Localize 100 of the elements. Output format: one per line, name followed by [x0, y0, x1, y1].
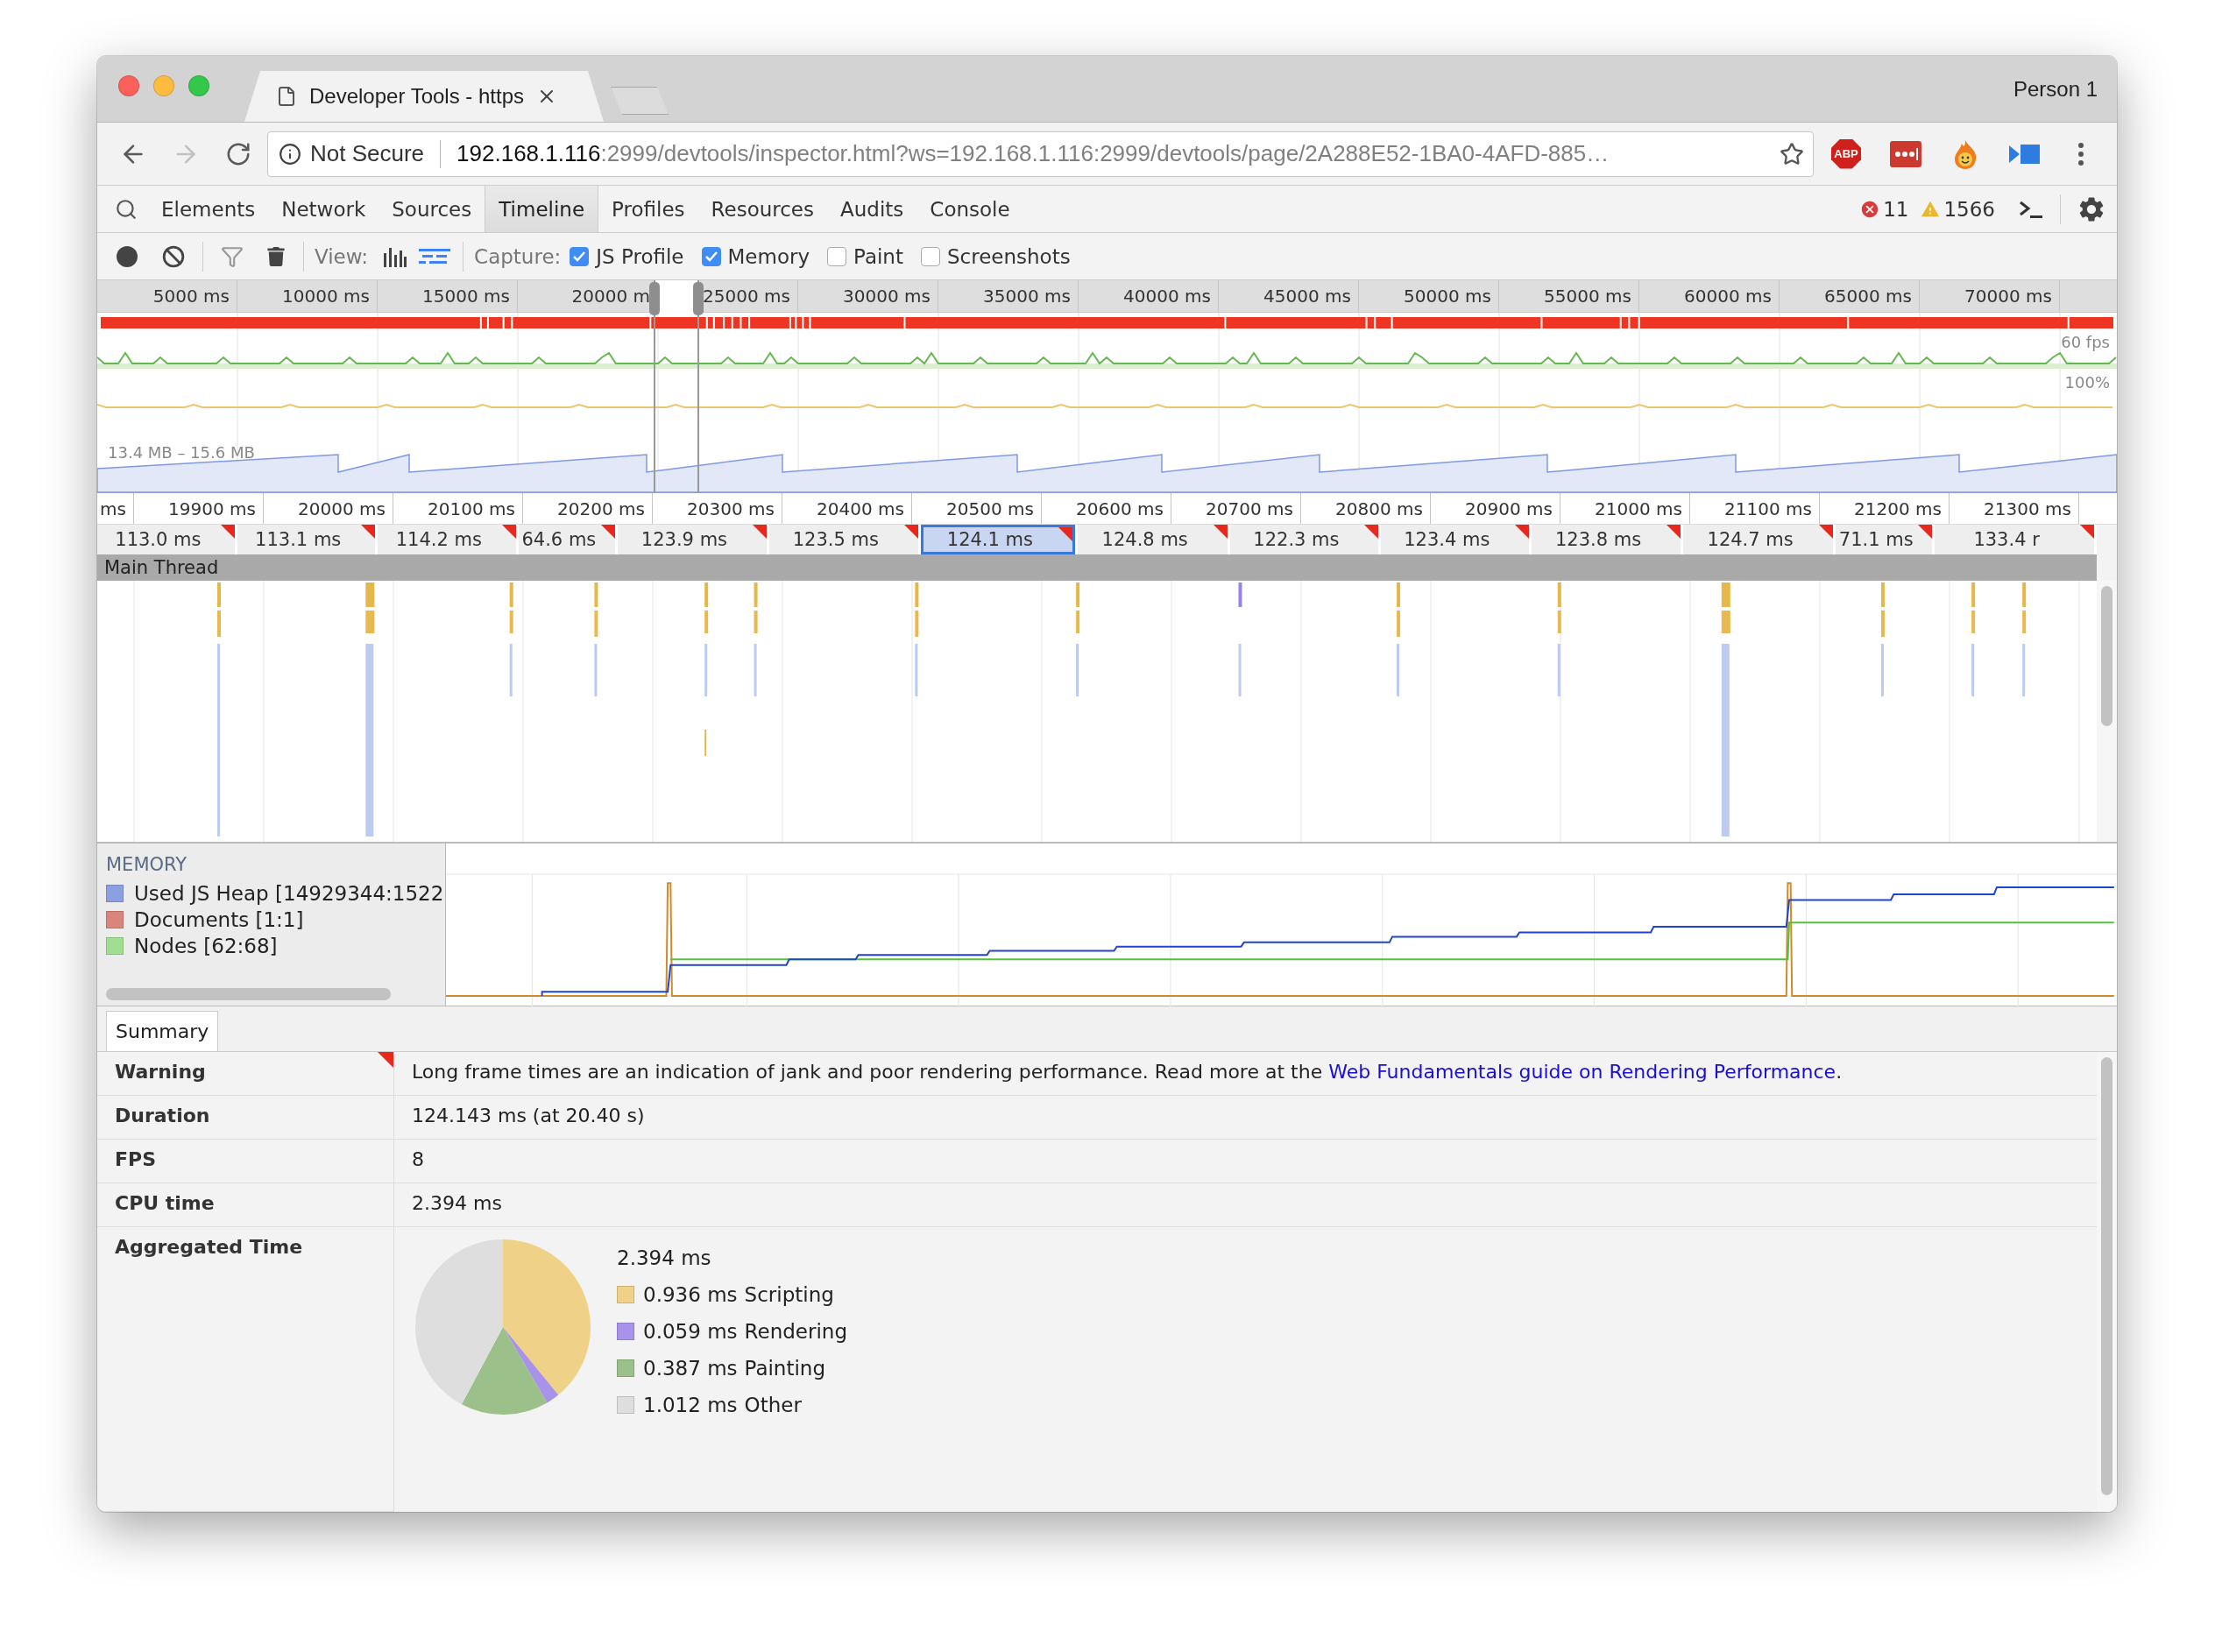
warning-counter[interactable]: 1566 — [1921, 186, 1995, 232]
event-bar[interactable] — [1397, 611, 1401, 637]
event-bar[interactable] — [754, 582, 758, 607]
time-tick-label: 20500 ms — [946, 498, 1034, 519]
event-bar[interactable] — [2022, 582, 2027, 607]
event-bar[interactable] — [365, 582, 375, 607]
panel-tab[interactable]: Console — [916, 186, 1023, 232]
cpu-scale-label: 100% — [2064, 373, 2110, 392]
event-bar[interactable] — [915, 611, 919, 637]
frame-bar[interactable]: 124.8 ms — [1078, 525, 1228, 554]
event-bar[interactable] — [217, 582, 221, 607]
event-bar[interactable] — [1557, 644, 1560, 696]
frame-bar[interactable]: 123.8 ms — [1532, 525, 1681, 554]
frame-bar[interactable]: 133.4 r — [1935, 525, 2094, 554]
event-bar[interactable] — [704, 644, 708, 696]
event-bar[interactable] — [217, 611, 221, 637]
event-bar[interactable] — [1076, 611, 1080, 633]
panel-tab[interactable]: Audits — [827, 186, 917, 232]
event-bar[interactable] — [1238, 644, 1242, 696]
frame-bar[interactable]: 113.0 ms — [97, 525, 235, 554]
event-bar[interactable] — [509, 582, 513, 607]
zoom-window-button[interactable] — [188, 74, 209, 96]
event-bar[interactable] — [2022, 644, 2026, 696]
counter-label: Nodes [62:68] — [134, 935, 278, 957]
event-bar[interactable] — [754, 644, 757, 696]
close-window-button[interactable] — [118, 74, 139, 96]
panel-tab[interactable]: Sources — [379, 186, 485, 232]
event-bar[interactable] — [1721, 644, 1730, 837]
counter-swatch[interactable] — [106, 937, 124, 955]
scrollbar-thumb[interactable] — [106, 988, 391, 1000]
scrollbar-thumb[interactable] — [2101, 586, 2112, 726]
range-start-handle[interactable] — [649, 282, 660, 315]
minimize-window-button[interactable] — [153, 74, 174, 96]
bookmark-star-icon[interactable] — [1780, 141, 1804, 166]
event-bar[interactable] — [1721, 611, 1730, 633]
frame-bar[interactable]: 114.2 ms — [377, 525, 516, 554]
event-bar[interactable] — [594, 611, 598, 637]
event-bar[interactable] — [365, 611, 375, 633]
event-bar[interactable] — [1880, 582, 1885, 607]
property-label: FPS — [115, 1148, 156, 1170]
event-bar[interactable] — [1880, 611, 1885, 637]
memory-range-label: 13.4 MB – 15.6 MB — [108, 443, 255, 462]
record-button[interactable] — [117, 245, 138, 267]
event-bar[interactable] — [704, 611, 709, 633]
event-bar[interactable] — [2022, 611, 2027, 633]
event-bar[interactable] — [915, 644, 918, 696]
selected-range-window[interactable] — [654, 280, 699, 493]
frame-bar[interactable]: 64.6 ms — [518, 525, 615, 554]
event-bar[interactable] — [704, 730, 707, 756]
frame-bar[interactable]: 123.9 ms — [617, 525, 768, 554]
counter-swatch[interactable] — [106, 885, 124, 902]
capture-checkbox[interactable]: Screenshots — [920, 244, 1071, 268]
event-bar[interactable] — [1971, 644, 1975, 696]
event-bar[interactable] — [1076, 582, 1080, 607]
event-bar[interactable] — [754, 611, 758, 633]
error-counter[interactable]: 11 — [1860, 186, 1909, 232]
browser-tab[interactable]: Developer Tools - https — [244, 71, 604, 122]
event-bar[interactable] — [217, 644, 220, 837]
capture-checkbox[interactable]: Memory — [701, 244, 810, 268]
panel-tab[interactable]: Timeline — [485, 186, 599, 232]
counter-swatch[interactable] — [106, 911, 124, 928]
panel-tab[interactable]: Resources — [697, 186, 827, 232]
scrollbar-thumb[interactable] — [2101, 1057, 2112, 1495]
event-bar[interactable] — [1971, 611, 1976, 633]
event-bar[interactable] — [1076, 644, 1079, 696]
event-bar[interactable] — [509, 644, 513, 696]
event-bar[interactable] — [704, 582, 709, 607]
panel-tab[interactable]: Elements — [148, 186, 269, 232]
frame-bar[interactable]: 124.1 ms — [920, 525, 1076, 554]
event-bar[interactable] — [594, 582, 598, 607]
frame-bar[interactable]: 122.3 ms — [1230, 525, 1378, 554]
panel-tab[interactable]: Network — [268, 186, 379, 232]
frame-bar[interactable]: 124.7 ms — [1683, 525, 1834, 554]
event-bar[interactable] — [1557, 611, 1561, 633]
event-bar[interactable] — [1971, 582, 1976, 607]
event-bar[interactable] — [1397, 644, 1400, 696]
event-bar[interactable] — [915, 582, 919, 607]
adblock-extension-button[interactable]: ABP — [1819, 130, 1873, 178]
capture-checkbox[interactable]: JS Profile — [570, 244, 684, 268]
panel-tab[interactable]: Profiles — [598, 186, 698, 232]
address-field[interactable]: Not Secure 192.168.1.116:2999/devtools/inspector.html?ws=192.168.1.116:2999/devtools/page/2A288E52-1BA0-4AFD-885… — [267, 131, 1814, 177]
frame-bar[interactable]: 123.5 ms — [769, 525, 918, 554]
event-bar[interactable] — [1721, 582, 1730, 607]
guide-link[interactable]: Web Fundamentals guide on Rendering Performance — [1328, 1061, 1836, 1083]
summary-tab[interactable]: Summary — [106, 1011, 219, 1051]
event-bar[interactable] — [594, 644, 598, 696]
profile-name[interactable]: Person 1 — [2013, 76, 2098, 102]
event-bar[interactable] — [509, 611, 513, 633]
main-thread-track-header[interactable]: Main Thread — [97, 554, 2097, 581]
event-bar[interactable] — [1557, 582, 1561, 607]
event-bar[interactable] — [1397, 582, 1401, 607]
range-end-handle[interactable] — [693, 282, 704, 315]
event-bar[interactable] — [1238, 582, 1242, 607]
event-bar[interactable] — [1880, 644, 1884, 696]
frame-bar[interactable]: 123.4 ms — [1380, 525, 1530, 554]
event-bar[interactable] — [365, 644, 374, 837]
frame-bar[interactable]: 113.1 ms — [237, 525, 375, 554]
capture-checkbox[interactable]: Paint — [827, 244, 903, 268]
frame-bar[interactable]: 71.1 ms — [1836, 525, 1933, 554]
property-value: 2.394 ms — [412, 1192, 502, 1214]
